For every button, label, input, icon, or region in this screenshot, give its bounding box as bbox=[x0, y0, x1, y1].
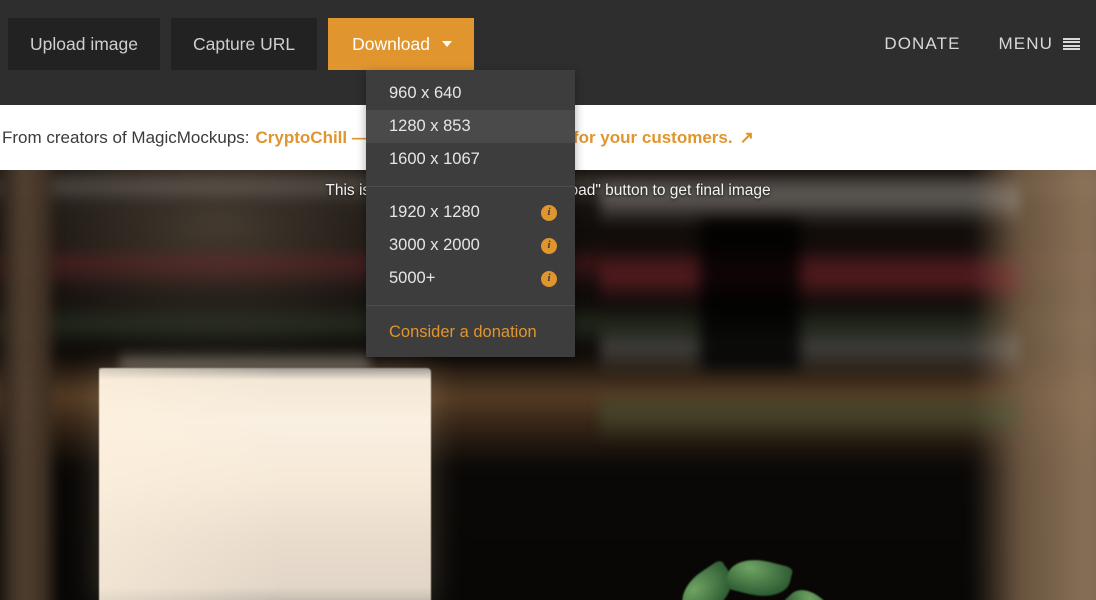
dropdown-separator-2 bbox=[366, 305, 575, 306]
info-icon[interactable]: i bbox=[541, 237, 557, 254]
magic-mockups-page: Upload image Capture URL Download DONATE… bbox=[0, 0, 1096, 600]
background-wood-post bbox=[0, 170, 52, 600]
toolbar-actions: Upload image Capture URL Download bbox=[0, 0, 474, 70]
size-label: 1280 x 853 bbox=[389, 117, 471, 135]
houseplant bbox=[600, 550, 930, 600]
size-label: 1600 x 1067 bbox=[389, 150, 480, 168]
dropdown-item-donation[interactable]: Consider a donation bbox=[366, 315, 575, 348]
size-label: 1920 x 1280 bbox=[389, 203, 480, 221]
dropdown-item-premium-1[interactable]: 3000 x 2000 i bbox=[366, 229, 575, 262]
external-link-icon: ↗ bbox=[739, 127, 754, 147]
info-icon[interactable]: i bbox=[541, 204, 557, 221]
dropdown-item-premium-2[interactable]: 5000+ i bbox=[366, 262, 575, 295]
toolbar-secondary-nav: DONATE MENU bbox=[884, 0, 1080, 88]
lamp-shade bbox=[99, 368, 431, 600]
dropdown-item-size-2[interactable]: 1600 x 1067 bbox=[366, 143, 575, 176]
size-label: 960 x 640 bbox=[389, 84, 462, 102]
dropdown-item-size-1[interactable]: 1280 x 853 bbox=[366, 110, 575, 143]
background-books-right bbox=[600, 170, 1020, 500]
chevron-down-icon bbox=[441, 41, 452, 48]
size-label: 5000+ bbox=[389, 269, 436, 287]
size-label: 3000 x 2000 bbox=[389, 236, 480, 254]
dropdown-item-size-0[interactable]: 960 x 640 bbox=[366, 77, 575, 110]
menu-label: MENU bbox=[998, 34, 1053, 53]
hamburger-icon bbox=[1063, 37, 1080, 51]
download-button-label: Download bbox=[352, 34, 430, 54]
upload-image-button[interactable]: Upload image bbox=[8, 18, 160, 70]
download-size-dropdown[interactable]: 960 x 640 1280 x 853 1600 x 1067 1920 x … bbox=[366, 70, 575, 357]
dropdown-separator-1 bbox=[366, 186, 575, 187]
info-icon[interactable]: i bbox=[541, 270, 557, 287]
menu-button[interactable]: MENU bbox=[999, 34, 1080, 54]
download-button[interactable]: Download bbox=[328, 18, 474, 70]
donate-link[interactable]: DONATE bbox=[884, 34, 960, 54]
donate-label: DONATE bbox=[884, 34, 961, 53]
capture-url-button[interactable]: Capture URL bbox=[170, 18, 318, 70]
dropdown-item-premium-0[interactable]: 1920 x 1280 i bbox=[366, 196, 575, 229]
promo-intro-text: From creators of MagicMockups: bbox=[2, 127, 250, 147]
background-dark-object bbox=[700, 220, 800, 370]
